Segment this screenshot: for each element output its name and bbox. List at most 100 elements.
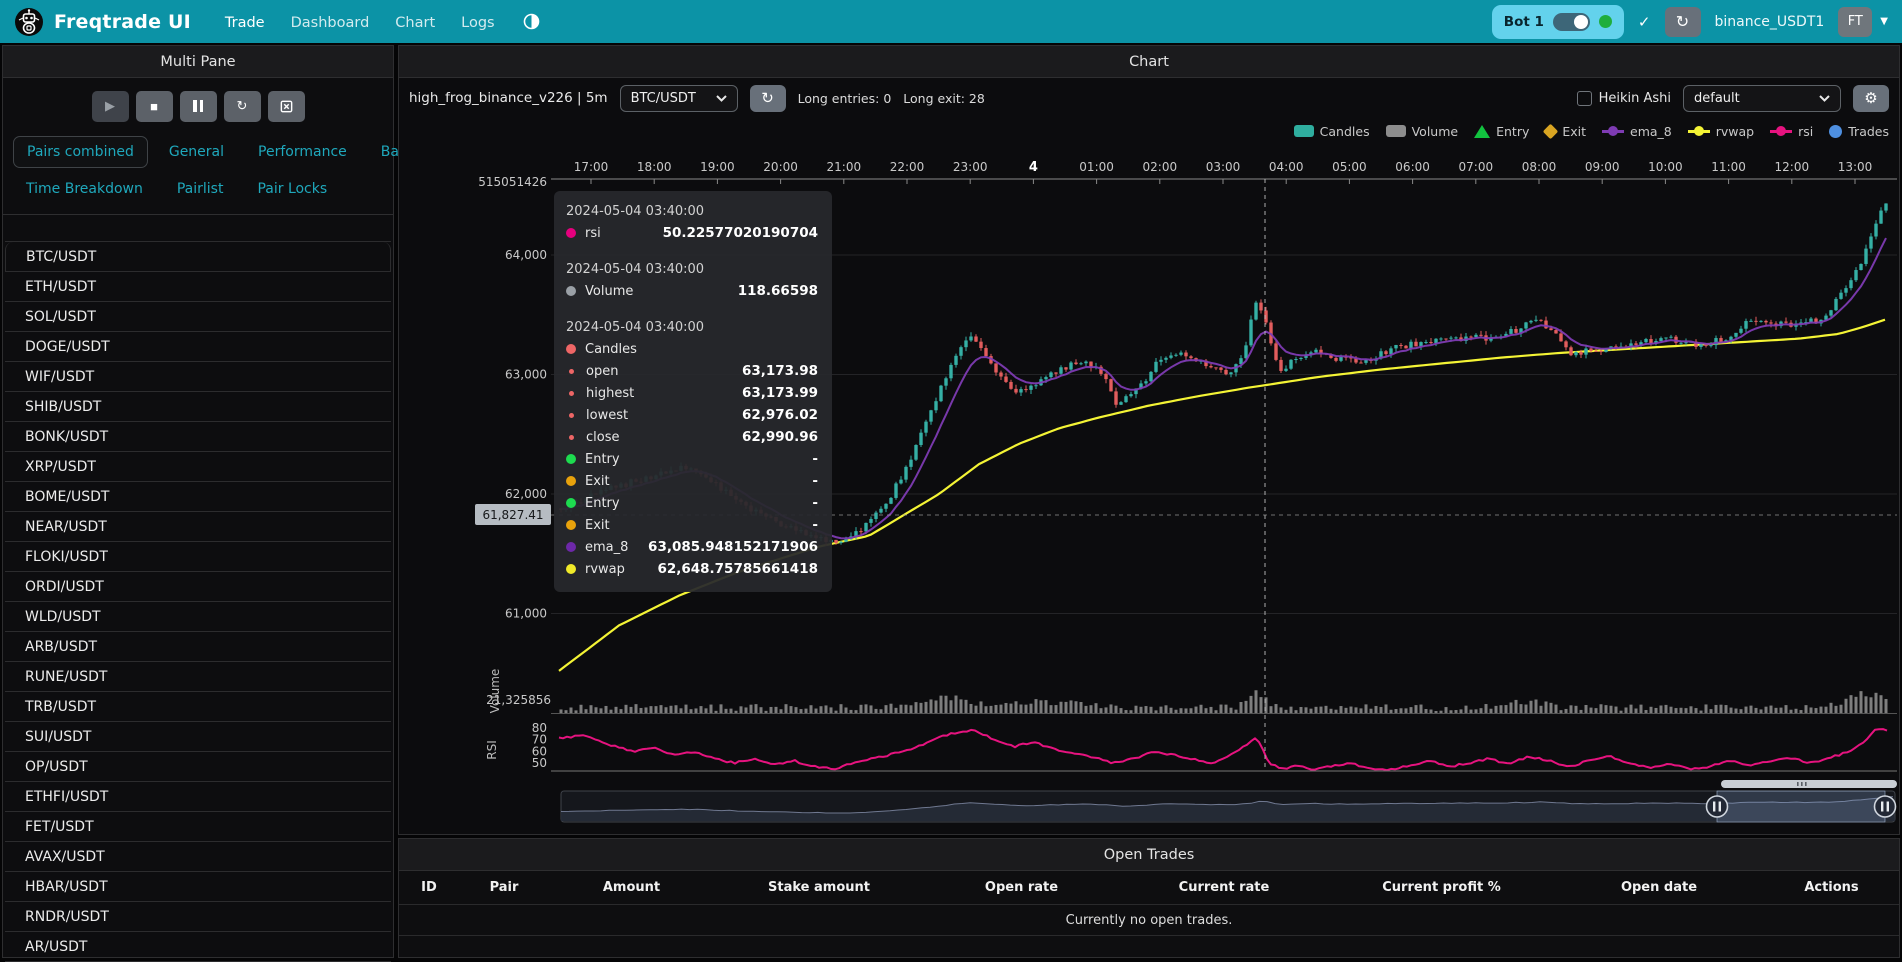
stop-button[interactable]: ■ — [136, 91, 173, 122]
volume-swatch-icon — [1386, 125, 1406, 137]
legend-item-volume[interactable]: Volume — [1386, 124, 1459, 139]
pair-row-floki[interactable]: FLOKI/USDT — [5, 542, 391, 572]
pair-row-bonk[interactable]: BONK/USDT — [5, 422, 391, 452]
reload-config-button[interactable]: ↻ — [224, 91, 261, 122]
tab-pairlist[interactable]: Pairlist — [164, 174, 237, 204]
legend-label: ema_8 — [1630, 124, 1672, 139]
pair-row-rndr[interactable]: RNDR/USDT — [5, 902, 391, 932]
tab-pairs-combined[interactable]: Pairs combined — [13, 136, 148, 168]
rsi-line — [559, 729, 1887, 770]
svg-text:50: 50 — [532, 756, 547, 770]
pair-row-shib[interactable]: SHIB/USDT — [5, 392, 391, 422]
pair-row-trb[interactable]: TRB/USDT — [5, 692, 391, 722]
legend-item-rvwap[interactable]: rvwap — [1688, 124, 1754, 139]
series-dot-icon — [566, 344, 576, 354]
heikin-ashi-checkbox[interactable] — [1577, 91, 1592, 106]
svg-text:06:00: 06:00 — [1395, 160, 1430, 174]
tooltip-value: 62,976.02 — [742, 407, 818, 423]
top-navbar: Freqtrade UI TradeDashboardChartLogs Bot… — [0, 0, 1902, 43]
chart-tooltip: 2024-05-04 03:40:00rsi50.225770201907042… — [554, 191, 832, 592]
series-dot-icon — [569, 391, 574, 396]
legend-item-exit[interactable]: Exit — [1545, 124, 1586, 139]
pair-row-btc[interactable]: BTC/USDT — [5, 242, 391, 272]
pair-row-sui[interactable]: SUI/USDT — [5, 722, 391, 752]
refresh-chart-button[interactable]: ↻ — [750, 85, 786, 112]
svg-text:19:00: 19:00 — [700, 160, 735, 174]
tooltip-value: 63,085.948152171906 — [648, 539, 818, 555]
datazoom-handle-left — [1707, 796, 1728, 817]
plot-config-select[interactable]: default — [1683, 85, 1841, 112]
tab-performance[interactable]: Performance — [245, 137, 360, 167]
tooltip-label: ema_8 — [585, 540, 648, 555]
tooltip-value: - — [812, 517, 818, 533]
plot-settings-button[interactable]: ⚙ — [1853, 85, 1889, 112]
svg-text:13:00: 13:00 — [1838, 160, 1873, 174]
open-trades-columns: IDPairAmountStake amountOpen rateCurrent… — [399, 871, 1899, 905]
user-avatar[interactable]: FT — [1838, 7, 1872, 37]
pair-row-ethfi[interactable]: ETHFI/USDT — [5, 782, 391, 812]
pair-row-fet[interactable]: FET/USDT — [5, 812, 391, 842]
svg-text:12:00: 12:00 — [1775, 160, 1810, 174]
series-dot-icon — [566, 454, 576, 464]
candles-swatch-icon — [1294, 125, 1314, 137]
tooltip-row-exit: Exit- — [566, 470, 818, 492]
pair-row-doge[interactable]: DOGE/USDT — [5, 332, 391, 362]
pause-button[interactable] — [180, 91, 217, 122]
chart-header: Chart — [399, 46, 1899, 78]
tab-pair-locks[interactable]: Pair Locks — [244, 174, 340, 204]
pair-row-bome[interactable]: BOME/USDT — [5, 482, 391, 512]
pair-row-wld[interactable]: WLD/USDT — [5, 602, 391, 632]
tooltip-value: 63,173.98 — [742, 363, 818, 379]
pair-row-wif[interactable]: WIF/USDT — [5, 362, 391, 392]
pair-row-near[interactable]: NEAR/USDT — [5, 512, 391, 542]
pair-row-rune[interactable]: RUNE/USDT — [5, 662, 391, 692]
legend-item-candles[interactable]: Candles — [1294, 124, 1370, 139]
legend-item-entry[interactable]: Entry — [1474, 124, 1529, 139]
exit-swatch-icon — [1543, 123, 1559, 139]
bot-online-dot — [1599, 15, 1612, 28]
open-trades-header: Open Trades — [399, 839, 1899, 871]
tab-time-breakdown[interactable]: Time Breakdown — [13, 174, 156, 204]
pair-row-ordi[interactable]: ORDI/USDT — [5, 572, 391, 602]
heikin-ashi-control: Heikin Ashi — [1577, 91, 1671, 106]
nav-link-logs[interactable]: Logs — [461, 15, 494, 31]
bot-toggle[interactable] — [1553, 13, 1590, 31]
pair-row-arb[interactable]: ARB/USDT — [5, 632, 391, 662]
theme-toggle-icon[interactable] — [523, 13, 540, 30]
series-dot-icon — [566, 520, 576, 530]
tooltip-label: Exit — [585, 474, 812, 489]
pair-row-op[interactable]: OP/USDT — [5, 752, 391, 782]
ema_8-swatch-icon — [1602, 125, 1624, 137]
nav-link-trade[interactable]: Trade — [225, 15, 265, 31]
svg-text:11:00: 11:00 — [1711, 160, 1746, 174]
series-dot-icon — [566, 542, 576, 552]
pair-row-avax[interactable]: AVAX/USDT — [5, 842, 391, 872]
column-header-current-rate: Current rate — [1119, 880, 1329, 895]
chevron-down-icon[interactable]: ▼ — [1880, 16, 1888, 27]
legend-item-trades[interactable]: Trades — [1829, 124, 1889, 139]
pair-row-hbar[interactable]: HBAR/USDT — [5, 872, 391, 902]
tooltip-label: rvwap — [585, 562, 657, 577]
tooltip-value: 62,648.75785661418 — [657, 561, 818, 577]
pair-select[interactable]: BTC/USDT — [620, 85, 738, 112]
svg-text:20:00: 20:00 — [763, 160, 798, 174]
pair-row-xrp[interactable]: XRP/USDT — [5, 452, 391, 482]
play-button[interactable]: ▶ — [92, 91, 129, 122]
nav-link-dashboard[interactable]: Dashboard — [291, 15, 370, 31]
legend-item-ema_8[interactable]: ema_8 — [1602, 124, 1672, 139]
tab-general[interactable]: General — [156, 137, 237, 167]
column-header-stake-amount: Stake amount — [714, 880, 924, 895]
tooltip-row-rvwap: rvwap62,648.75785661418 — [566, 558, 818, 580]
tooltip-value: 62,990.96 — [742, 429, 818, 445]
refresh-bot-button[interactable]: ↻ — [1665, 7, 1701, 37]
pair-row-sol[interactable]: SOL/USDT — [5, 302, 391, 332]
legend-item-rsi[interactable]: rsi — [1770, 124, 1813, 139]
bot-selector[interactable]: Bot 1 — [1492, 5, 1624, 39]
legend-label: Trades — [1848, 124, 1889, 139]
pair-row-eth[interactable]: ETH/USDT — [5, 272, 391, 302]
legend-label: Exit — [1562, 124, 1586, 139]
datazoom-selection — [1717, 791, 1885, 822]
svg-text:03:00: 03:00 — [1206, 160, 1241, 174]
nav-link-chart[interactable]: Chart — [395, 15, 435, 31]
forget-bot-button[interactable] — [268, 91, 305, 122]
